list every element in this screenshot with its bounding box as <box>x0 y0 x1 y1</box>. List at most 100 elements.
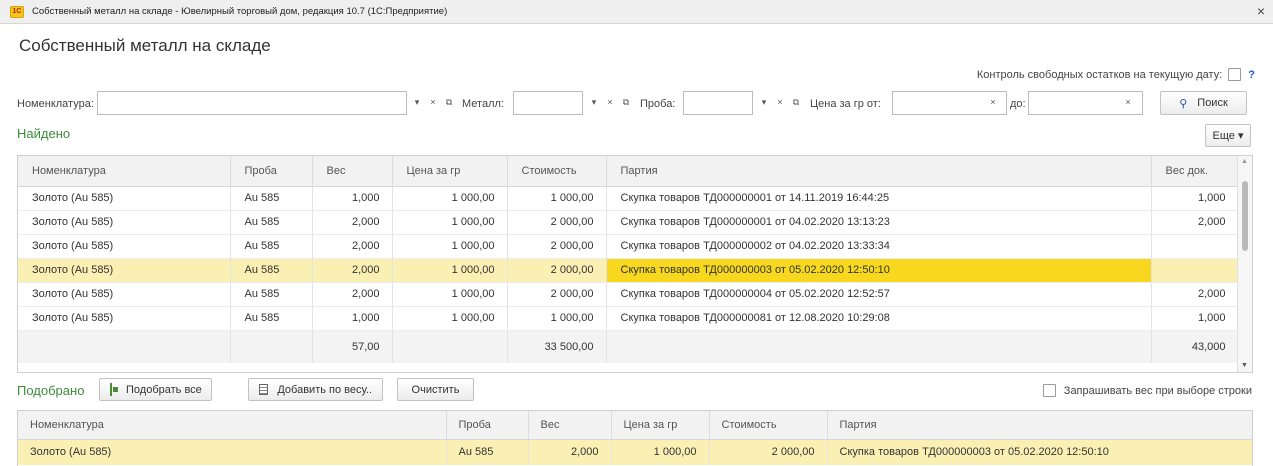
window-titlebar: 1С Собственный металл на складе - Ювелир… <box>0 0 1273 24</box>
table-row[interactable]: Золото (Au 585) Au 585 2,000 1 000,00 2 … <box>18 210 1239 235</box>
scroll-down-icon[interactable]: ▼ <box>1241 362 1248 369</box>
page-title: Собственный металл на складе <box>19 36 271 55</box>
table-row-selected[interactable]: Золото (Au 585) Au 585 2,000 1 000,00 2 … <box>18 258 1239 283</box>
cell-weight: 2,000 <box>528 439 612 465</box>
column-header[interactable]: Партия <box>827 411 1252 440</box>
table-row[interactable]: Золото (Au 585) Au 585 2,000 1 000,00 2 … <box>18 234 1239 259</box>
cell-batch: Скупка товаров ТД000000081 от 12.08.2020… <box>606 306 1152 331</box>
cell-doc-weight: 2,000 <box>1151 210 1239 235</box>
cell-assay: Au 585 <box>230 306 313 331</box>
table-row[interactable]: Золото (Au 585) Au 585 1,000 1 000,00 1 … <box>18 186 1239 211</box>
nomenclature-clear-icon[interactable]: × <box>425 91 441 115</box>
cell-batch-focused: Скупка товаров ТД000000003 от 05.02.2020… <box>606 258 1152 283</box>
cell-price: 1 000,00 <box>392 258 508 283</box>
table-row[interactable]: Золото (Au 585) Au 585 1,000 1 000,00 1 … <box>18 306 1239 331</box>
cell-nomenclature: Золото (Au 585) <box>18 210 231 235</box>
column-header[interactable]: Стоимость <box>507 156 607 187</box>
assay-filter-input[interactable] <box>683 91 753 115</box>
pick-all-icon <box>110 383 118 396</box>
price-to-clear-icon[interactable]: × <box>1120 91 1136 115</box>
control-free-balance-checkbox[interactable] <box>1228 68 1242 81</box>
cell-batch: Скупка товаров ТД000000002 от 04.02.2020… <box>606 234 1152 259</box>
cell-assay: Au 585 <box>230 258 313 283</box>
column-header[interactable]: Цена за гр <box>611 411 710 440</box>
scrollbar-thumb[interactable] <box>1242 181 1248 251</box>
picked-section-title: Подобрано <box>17 383 85 398</box>
total-nomenclature <box>18 329 231 363</box>
table-row-selected[interactable]: Золото (Au 585) Au 585 2,000 1 000,00 2 … <box>18 439 1252 465</box>
column-header[interactable]: Вес <box>312 156 393 187</box>
assay-dropdown-icon[interactable]: ▾ <box>756 91 772 115</box>
price-from-label: Цена за гр от: <box>810 98 881 110</box>
window-title: Собственный металл на складе - Ювелирный… <box>32 6 448 17</box>
column-header[interactable]: Вес <box>528 411 612 440</box>
cell-cost: 2 000,00 <box>507 258 607 283</box>
column-header[interactable]: Цена за гр <box>392 156 508 187</box>
price-from-clear-icon[interactable]: × <box>985 91 1001 115</box>
total-batch <box>606 329 1152 363</box>
nomenclature-filter-input[interactable] <box>97 91 407 115</box>
cell-batch: Скупка товаров ТД000000003 от 05.02.2020… <box>827 439 1252 465</box>
nomenclature-open-icon[interactable]: ⧉ <box>441 91 457 115</box>
calculator-icon <box>259 384 269 395</box>
ask-weight-checkbox[interactable] <box>1042 384 1056 397</box>
column-header[interactable]: Проба <box>230 156 313 187</box>
metal-clear-icon[interactable]: × <box>602 91 618 115</box>
clear-button[interactable]: Очистить <box>397 378 474 401</box>
column-header[interactable]: Стоимость <box>709 411 828 440</box>
total-weight: 57,00 <box>312 329 393 363</box>
found-table: Номенклатура Проба Вес Цена за гр Стоимо… <box>17 155 1253 373</box>
column-header[interactable]: Партия <box>606 156 1152 187</box>
cell-cost: 1 000,00 <box>507 306 607 331</box>
column-header[interactable]: Номенклатура <box>18 411 447 440</box>
cell-cost: 2 000,00 <box>507 282 607 307</box>
column-header[interactable]: Вес док. <box>1151 156 1239 187</box>
cell-doc-weight: 1,000 <box>1151 186 1239 211</box>
metal-dropdown-icon[interactable]: ▾ <box>586 91 602 115</box>
cell-weight: 2,000 <box>312 234 393 259</box>
cell-doc-weight <box>1151 234 1239 259</box>
column-header[interactable]: Проба <box>446 411 529 440</box>
metal-filter-input[interactable] <box>513 91 583 115</box>
ask-weight-option[interactable]: Запрашивать вес при выборе строки <box>1042 384 1252 397</box>
app-logo-icon: 1С <box>10 6 24 18</box>
price-to-label: до: <box>1010 98 1026 110</box>
table-row[interactable]: Золото (Au 585) Au 585 2,000 1 000,00 2 … <box>18 282 1239 307</box>
cell-assay: Au 585 <box>230 282 313 307</box>
cell-nomenclature: Золото (Au 585) <box>18 186 231 211</box>
cell-weight: 1,000 <box>312 306 393 331</box>
total-cost: 33 500,00 <box>507 329 607 363</box>
cell-weight: 2,000 <box>312 210 393 235</box>
search-button[interactable]: ⚲ Поиск <box>1160 91 1247 115</box>
cell-price: 1 000,00 <box>392 306 508 331</box>
cell-doc-weight <box>1151 258 1239 283</box>
assay-open-icon[interactable]: ⧉ <box>788 91 804 115</box>
ask-weight-label: Запрашивать вес при выборе строки <box>1063 384 1252 397</box>
picked-table: Номенклатура Проба Вес Цена за гр Стоимо… <box>17 410 1253 466</box>
cell-nomenclature: Золото (Au 585) <box>18 234 231 259</box>
close-icon[interactable]: × <box>1257 3 1265 19</box>
nomenclature-dropdown-icon[interactable]: ▾ <box>409 91 425 115</box>
more-button[interactable]: Еще ▾ <box>1205 124 1251 147</box>
cell-cost: 2 000,00 <box>507 210 607 235</box>
found-section-title: Найдено <box>17 126 71 141</box>
totals-row: 57,00 33 500,00 43,000 <box>18 329 1239 363</box>
cell-batch: Скупка товаров ТД000000004 от 05.02.2020… <box>606 282 1152 307</box>
help-icon[interactable]: ? <box>1248 69 1255 81</box>
add-by-weight-button[interactable]: Добавить по весу.. <box>248 378 383 401</box>
cell-cost: 2 000,00 <box>507 234 607 259</box>
pick-all-button[interactable]: Подобрать все <box>99 378 212 401</box>
cell-batch: Скупка товаров ТД000000001 от 04.02.2020… <box>606 210 1152 235</box>
cell-weight: 1,000 <box>312 186 393 211</box>
cell-cost: 1 000,00 <box>507 186 607 211</box>
metal-open-icon[interactable]: ⧉ <box>618 91 634 115</box>
assay-filter-label: Проба: <box>640 98 676 110</box>
found-table-scrollbar[interactable]: ▲ ▼ <box>1237 156 1252 372</box>
cell-assay: Au 585 <box>230 210 313 235</box>
column-header[interactable]: Номенклатура <box>18 156 231 187</box>
assay-clear-icon[interactable]: × <box>772 91 788 115</box>
cell-price: 1 000,00 <box>392 210 508 235</box>
total-price <box>392 329 508 363</box>
control-free-balance: Контроль свободных остатков на текущую д… <box>977 68 1255 81</box>
scroll-up-icon[interactable]: ▲ <box>1241 158 1248 165</box>
